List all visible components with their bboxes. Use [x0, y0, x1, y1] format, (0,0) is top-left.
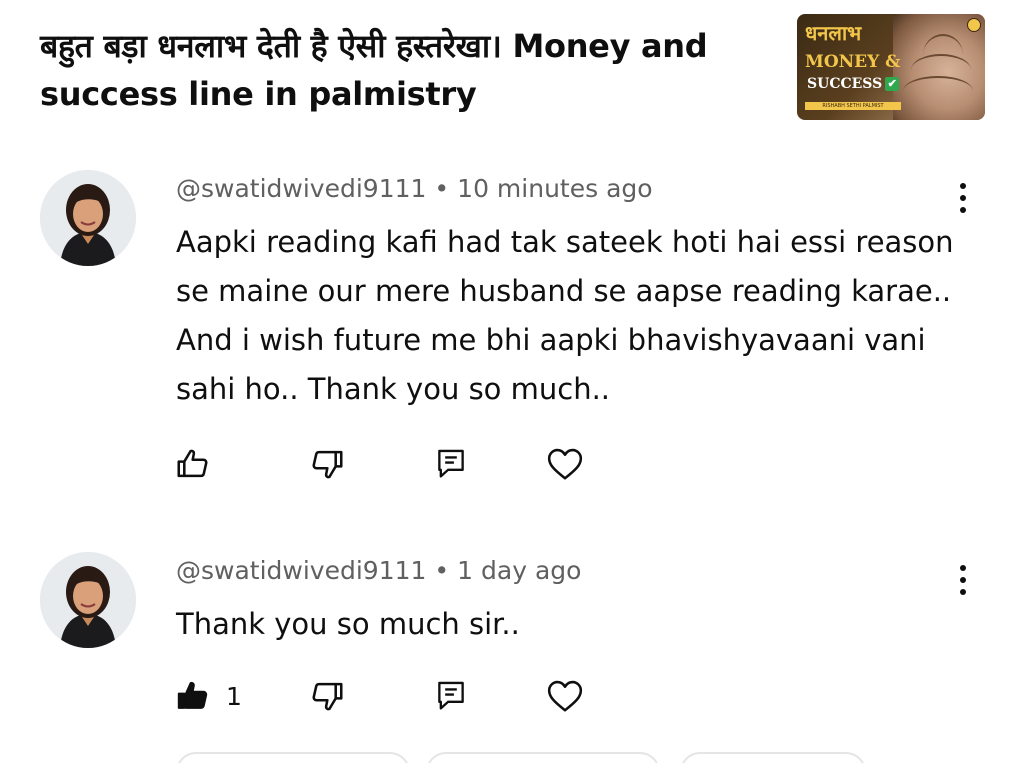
like-button[interactable]	[174, 444, 212, 484]
video-header[interactable]: बहुत बड़ा धनलाभ देती है ऐसी हस्तरेखा। Mo…	[40, 14, 985, 128]
like-button[interactable]: 1	[174, 676, 242, 716]
like-count: 1	[226, 681, 242, 711]
reply-icon	[438, 681, 464, 710]
avatar[interactable]	[40, 170, 136, 266]
heart-button[interactable]	[546, 676, 584, 716]
dislike-button[interactable]	[308, 676, 346, 716]
comment-time: 1 day ago	[457, 556, 582, 585]
thumbnail-channel-strip: RISHABH SETHI PALMIST	[805, 102, 901, 110]
video-thumbnail[interactable]: धनलाभ MONEY & SUCCESS ✔ RISHABH SETHI PAL…	[797, 14, 985, 120]
heart-icon	[547, 448, 583, 480]
channel-badge-icon	[967, 18, 981, 32]
comment-meta: @swatidwivedi9111 • 1 day ago	[176, 556, 966, 586]
filter-chip[interactable]	[426, 752, 660, 763]
heart-button[interactable]	[546, 444, 584, 484]
thumbnail-success-label: SUCCESS	[807, 76, 883, 92]
dislike-button[interactable]	[308, 444, 346, 484]
thumbnail-money-text: MONEY &	[805, 52, 901, 72]
comment-meta: @swatidwivedi9111 • 10 minutes ago	[176, 174, 966, 204]
comment-time: 10 minutes ago	[457, 174, 653, 203]
comment-text: Aapki reading kafi had tak sateek hoti h…	[176, 225, 954, 406]
video-title[interactable]: बहुत बड़ा धनलाभ देती है ऐसी हस्तरेखा। Mo…	[40, 22, 760, 118]
meta-separator: •	[434, 556, 450, 585]
filter-chip[interactable]	[176, 752, 410, 763]
thumb-down-icon	[312, 682, 343, 711]
thumbnail-success-text: SUCCESS ✔	[807, 76, 900, 92]
thumb-up-icon	[177, 681, 208, 709]
filter-chip[interactable]	[680, 752, 866, 763]
check-icon: ✔	[885, 77, 900, 91]
comment-body: @swatidwivedi9111 • 10 minutes ago Aapki r…	[176, 174, 966, 414]
reply-button[interactable]	[436, 676, 466, 716]
comment-actions: 1	[174, 676, 634, 716]
comment-body: @swatidwivedi9111 • 1 day ago Thank you so…	[176, 556, 966, 649]
heart-icon	[547, 680, 583, 712]
more-vert-icon[interactable]	[948, 560, 978, 600]
thumb-down-icon	[312, 450, 343, 479]
meta-separator: •	[434, 174, 450, 203]
more-vert-icon[interactable]	[948, 178, 978, 218]
avatar[interactable]	[40, 552, 136, 648]
comment-text: Thank you so much sir..	[176, 607, 520, 641]
thumbnail-hindi-text: धनलाभ	[805, 21, 862, 45]
reply-button[interactable]	[436, 444, 466, 484]
comment-author[interactable]: @swatidwivedi9111	[176, 174, 426, 203]
comment-actions	[174, 444, 634, 484]
comment-author[interactable]: @swatidwivedi9111	[176, 556, 426, 585]
comments-page: बहुत बड़ा धनलाभ देती है ऐसी हस्तरेखा। Mo…	[0, 0, 1024, 763]
reply-icon	[438, 449, 464, 478]
thumb-up-icon	[177, 449, 208, 478]
